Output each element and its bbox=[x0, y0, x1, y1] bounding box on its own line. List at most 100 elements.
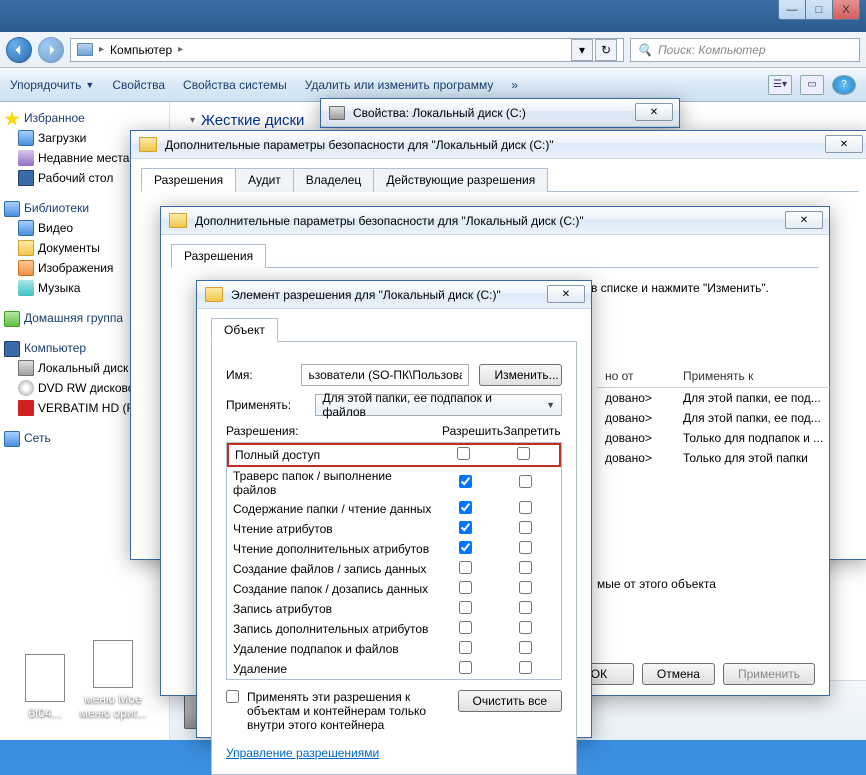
deny-checkbox[interactable] bbox=[519, 475, 532, 488]
close-button[interactable]: X bbox=[832, 0, 860, 20]
forward-button[interactable] bbox=[38, 37, 64, 63]
tab-object[interactable]: Объект bbox=[211, 318, 278, 342]
permissions-label: Разрешения: bbox=[226, 424, 442, 438]
deny-checkbox[interactable] bbox=[517, 447, 530, 460]
table-row[interactable]: довано>Только для этой папки bbox=[597, 448, 831, 468]
deny-checkbox[interactable] bbox=[519, 581, 532, 594]
back-button[interactable] bbox=[6, 37, 32, 63]
dropdown-icon[interactable]: ▾ bbox=[571, 39, 593, 61]
chevron-down-icon: ▼ bbox=[85, 80, 94, 90]
tab-permissions[interactable]: Разрешения bbox=[171, 244, 266, 268]
cancel-button[interactable]: Отмена bbox=[642, 663, 715, 685]
column-header[interactable]: Применять к bbox=[675, 369, 761, 383]
star-icon bbox=[4, 111, 20, 127]
help-icon[interactable]: ? bbox=[832, 75, 856, 95]
tab-effective[interactable]: Действующие разрешения bbox=[373, 168, 548, 192]
principal-name-input[interactable] bbox=[301, 364, 469, 386]
permission-row: Удаление подпапок и файлов bbox=[227, 639, 561, 659]
allow-checkbox[interactable] bbox=[459, 561, 472, 574]
permission-name: Траверс папок / выполнение файлов bbox=[233, 469, 435, 497]
permission-row: Удаление bbox=[227, 659, 561, 679]
tab-strip: Объект bbox=[211, 317, 577, 342]
allow-checkbox[interactable] bbox=[459, 475, 472, 488]
permission-name: Создание папок / дозапись данных bbox=[233, 582, 435, 596]
allow-checkbox[interactable] bbox=[459, 541, 472, 554]
apply-to-children-checkbox[interactable] bbox=[226, 690, 239, 703]
sidebar-favorites[interactable]: Избранное bbox=[0, 108, 169, 128]
pictures-icon bbox=[18, 260, 34, 276]
refresh-icon[interactable]: ↻ bbox=[595, 39, 617, 61]
recent-icon bbox=[18, 150, 34, 166]
preview-pane-icon[interactable]: ▭ bbox=[800, 75, 824, 95]
allow-checkbox[interactable] bbox=[459, 521, 472, 534]
desktop-icon bbox=[18, 170, 34, 186]
manage-permissions-link[interactable]: Управление разрешениями bbox=[226, 746, 379, 760]
close-icon[interactable]: ✕ bbox=[635, 103, 673, 121]
allow-checkbox[interactable] bbox=[459, 621, 472, 634]
permission-name: Удаление bbox=[233, 662, 435, 676]
dialog-button-bar: ОК Отмена Применить bbox=[564, 663, 815, 685]
dialog-title-text: Дополнительные параметры безопасности дл… bbox=[195, 214, 584, 228]
clear-all-button[interactable]: Очистить все bbox=[458, 690, 562, 712]
close-icon[interactable]: ✕ bbox=[825, 135, 863, 153]
drive-icon bbox=[18, 400, 34, 416]
dialog-titlebar[interactable]: Элемент разрешения для "Локальный диск (… bbox=[197, 281, 591, 309]
deny-checkbox[interactable] bbox=[519, 561, 532, 574]
tab-owner[interactable]: Владелец bbox=[293, 168, 375, 192]
apply-to-dropdown[interactable]: Для этой папки, ее подпапок и файлов ▼ bbox=[315, 394, 562, 416]
address-bar[interactable]: ▸ Компьютер ▸ ▾ ↻ bbox=[70, 38, 624, 62]
allow-checkbox[interactable] bbox=[459, 581, 472, 594]
deny-checkbox[interactable] bbox=[519, 541, 532, 554]
minimize-button[interactable]: — bbox=[778, 0, 806, 20]
toolbar-overflow[interactable]: » bbox=[511, 78, 518, 92]
deny-checkbox[interactable] bbox=[519, 661, 532, 674]
computer-icon bbox=[4, 341, 20, 357]
deny-checkbox[interactable] bbox=[519, 641, 532, 654]
properties-button[interactable]: Свойства bbox=[112, 78, 165, 92]
table-row[interactable]: довано>Для этой папки, ее под... bbox=[597, 388, 831, 408]
downloads-icon bbox=[18, 130, 34, 146]
breadcrumb-computer[interactable]: Компьютер bbox=[110, 43, 172, 57]
tab-audit[interactable]: Аудит bbox=[235, 168, 294, 192]
dialog-titlebar[interactable]: Дополнительные параметры безопасности дл… bbox=[161, 207, 829, 235]
dialog-title-text: Дополнительные параметры безопасности дл… bbox=[165, 138, 554, 152]
close-icon[interactable]: ✕ bbox=[785, 211, 823, 229]
table-row[interactable]: довано>Для этой папки, ее под... bbox=[597, 408, 831, 428]
network-icon bbox=[4, 431, 20, 447]
apply-button[interactable]: Применить bbox=[723, 663, 815, 685]
allow-checkbox[interactable] bbox=[459, 661, 472, 674]
permission-name: Удаление подпапок и файлов bbox=[233, 642, 435, 656]
permissions-header: Разрешения: Разрешить Запретить bbox=[226, 424, 562, 438]
allow-checkbox[interactable] bbox=[459, 641, 472, 654]
deny-checkbox[interactable] bbox=[519, 621, 532, 634]
column-header[interactable]: но от bbox=[597, 369, 675, 383]
allow-checkbox[interactable] bbox=[459, 601, 472, 614]
deny-checkbox[interactable] bbox=[519, 601, 532, 614]
deny-checkbox[interactable] bbox=[519, 501, 532, 514]
deny-checkbox[interactable] bbox=[519, 521, 532, 534]
change-principal-button[interactable]: Изменить... bbox=[479, 364, 562, 386]
table-row[interactable]: довано>Только для подпапок и ... bbox=[597, 428, 831, 448]
tab-permissions[interactable]: Разрешения bbox=[141, 168, 236, 192]
dialog-titlebar[interactable]: Дополнительные параметры безопасности дл… bbox=[131, 131, 866, 159]
dialog-titlebar[interactable]: Свойства: Локальный диск (C:) ✕ bbox=[321, 99, 679, 127]
apply-to-label: Применять: bbox=[226, 398, 305, 412]
allow-checkbox[interactable] bbox=[459, 501, 472, 514]
chevron-down-icon: ▾ bbox=[190, 115, 195, 126]
search-input[interactable]: 🔍 Поиск: Компьютер bbox=[630, 38, 860, 62]
file-icon bbox=[93, 640, 133, 688]
close-icon[interactable]: ✕ bbox=[547, 285, 585, 303]
chevron-down-icon: ▼ bbox=[546, 400, 555, 410]
footer-note: мые от этого объекта bbox=[597, 577, 716, 591]
desktop-file-icon[interactable]: меню Мое меню ориг... bbox=[78, 640, 148, 720]
organize-menu[interactable]: Упорядочить ▼ bbox=[10, 78, 94, 92]
name-label: Имя: bbox=[226, 368, 291, 382]
view-options-icon[interactable]: ☰▾ bbox=[768, 75, 792, 95]
system-properties-button[interactable]: Свойства системы bbox=[183, 78, 287, 92]
maximize-button[interactable]: □ bbox=[805, 0, 833, 20]
desktop-file-icon[interactable]: 6f04... bbox=[10, 654, 80, 720]
hint-text: в списке и нажмите "Изменить". bbox=[591, 281, 769, 295]
uninstall-button[interactable]: Удалить или изменить программу bbox=[305, 78, 494, 92]
allow-checkbox[interactable] bbox=[457, 447, 470, 460]
search-placeholder: Поиск: Компьютер bbox=[658, 43, 766, 57]
